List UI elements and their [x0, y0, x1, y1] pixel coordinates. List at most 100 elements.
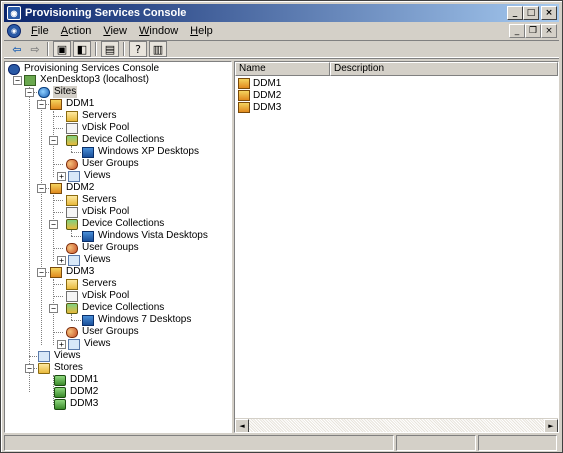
tree-servers[interactable]: Servers [66, 278, 117, 290]
views-icon [38, 350, 50, 362]
close-button[interactable]: × [541, 6, 557, 20]
tree-line [53, 296, 63, 297]
menu-help[interactable]: Help [184, 25, 219, 37]
tree-sites[interactable]: Sites [38, 86, 78, 98]
tree-line [53, 116, 63, 117]
tree-store-ddm2[interactable]: DDM2 [54, 386, 99, 398]
tree-device-collections[interactable]: Device Collections [66, 218, 165, 230]
tree-store-ddm1[interactable]: DDM1 [54, 374, 99, 386]
tree-views[interactable]: Views [68, 170, 112, 182]
tree-servers[interactable]: Servers [66, 194, 117, 206]
user-groups-icon [66, 158, 78, 170]
tree-line [53, 200, 63, 201]
export-list-icon[interactable]: ▤ [101, 41, 119, 57]
scroll-left-button[interactable]: ◄ [235, 419, 249, 432]
tree-collapse-toggle[interactable]: − [25, 88, 34, 97]
tree-collapse-toggle[interactable]: − [37, 100, 46, 109]
tree-pane[interactable]: Provisioning Services Console − XenDeskt… [4, 61, 232, 433]
back-arrow-icon[interactable]: ⇦ [8, 41, 26, 57]
tree-vdisk-pool[interactable]: vDisk Pool [66, 122, 130, 134]
desktop-collection-icon [82, 230, 94, 242]
tree-collection-vista[interactable]: Windows Vista Desktops [82, 230, 209, 242]
tree-servers[interactable]: Servers [66, 110, 117, 122]
tree-store-ddm3[interactable]: DDM3 [54, 398, 99, 410]
site-icon [50, 182, 62, 194]
title-bar[interactable]: ◉ Provisioning Services Console _ □ × [4, 4, 559, 22]
tree-views[interactable]: Views [68, 338, 112, 350]
column-header-description[interactable]: Description [330, 62, 558, 76]
views-icon [68, 170, 80, 182]
store-icon [54, 386, 66, 398]
tree-line [53, 332, 63, 333]
tree-collapse-toggle[interactable]: − [49, 220, 58, 229]
site-icon [238, 77, 250, 89]
tree-collapse-toggle[interactable]: − [37, 268, 46, 277]
tree-user-groups[interactable]: User Groups [66, 326, 140, 338]
menu-bar: ◉ File Action View Window Help _ ❐ × [4, 23, 559, 39]
up-folder-icon[interactable]: ▣ [53, 41, 71, 57]
console-menu-icon[interactable]: ◉ [7, 24, 21, 38]
tree-device-collections[interactable]: Device Collections [66, 302, 165, 314]
tree-collapse-toggle[interactable]: − [25, 364, 34, 373]
menu-file[interactable]: File [25, 25, 55, 37]
tree-collapse-toggle[interactable]: − [49, 304, 58, 313]
toolbar-separator [47, 42, 49, 56]
tree-collapse-toggle[interactable]: − [13, 76, 22, 85]
tree-collection-win7[interactable]: Windows 7 Desktops [82, 314, 192, 326]
servers-icon [66, 110, 78, 122]
tree-site-ddm1[interactable]: DDM1 [50, 98, 95, 110]
menu-action[interactable]: Action [55, 25, 98, 37]
tree-line [71, 152, 81, 153]
menu-view[interactable]: View [97, 25, 133, 37]
horizontal-scrollbar[interactable]: ◄ ► [235, 418, 558, 432]
list-item[interactable]: DDM1 [238, 77, 281, 89]
child-minimize-button[interactable]: _ [509, 24, 525, 38]
tree-expand-toggle[interactable]: + [57, 256, 66, 265]
properties-icon[interactable]: ▥ [149, 41, 167, 57]
list-item[interactable]: DDM2 [238, 89, 281, 101]
minimize-button[interactable]: _ [507, 6, 523, 20]
forward-arrow-icon[interactable]: ⇨ [26, 41, 44, 57]
tree-line [53, 248, 63, 249]
tree-device-collections[interactable]: Device Collections [66, 134, 165, 146]
main-window: ◉ Provisioning Services Console _ □ × ◉ … [0, 0, 563, 453]
tree-expand-toggle[interactable]: + [57, 340, 66, 349]
tree-user-groups[interactable]: User Groups [66, 242, 140, 254]
tree-views[interactable]: Views [68, 254, 112, 266]
store-icon [54, 374, 66, 386]
tree-collection-winxp[interactable]: Windows XP Desktops [82, 146, 200, 158]
user-groups-icon [66, 326, 78, 338]
tree-expand-toggle[interactable]: + [57, 172, 66, 181]
status-bar [4, 435, 559, 451]
child-close-button[interactable]: × [541, 24, 557, 38]
child-restore-button[interactable]: ❐ [525, 24, 541, 38]
tree-user-groups[interactable]: User Groups [66, 158, 140, 170]
column-header-name[interactable]: Name [235, 62, 330, 76]
maximize-button[interactable]: □ [523, 6, 539, 20]
status-panel [478, 435, 557, 451]
tree-farm-views[interactable]: Views [38, 350, 82, 362]
tree-stores[interactable]: Stores [38, 362, 84, 374]
tree-vdisk-pool[interactable]: vDisk Pool [66, 290, 130, 302]
tree-collapse-toggle[interactable]: − [49, 136, 58, 145]
show-hide-tree-icon[interactable]: ◧ [73, 41, 91, 57]
toolbar: ⇦ ⇨ ▣ ◧ ▤ ? ▥ [4, 40, 559, 58]
tree-line [53, 164, 63, 165]
list-pane[interactable]: Name Description DDM1 DDM2 DDM3 ◄ ► [234, 61, 559, 433]
tree-vdisk-pool[interactable]: vDisk Pool [66, 206, 130, 218]
tree-line [29, 87, 30, 392]
site-icon [50, 266, 62, 278]
list-item[interactable]: DDM3 [238, 101, 281, 113]
tree-site-ddm2[interactable]: DDM2 [50, 182, 95, 194]
tree-farm[interactable]: XenDesktop3 (localhost) [24, 74, 150, 86]
tree-collapse-toggle[interactable]: − [37, 184, 46, 193]
menu-window[interactable]: Window [133, 25, 184, 37]
store-icon [54, 398, 66, 410]
scroll-right-button[interactable]: ► [544, 419, 558, 432]
scroll-track[interactable] [249, 419, 544, 432]
help-icon[interactable]: ? [129, 41, 147, 57]
status-panel [4, 435, 394, 451]
tree-site-ddm3[interactable]: DDM3 [50, 266, 95, 278]
toolbar-separator [95, 42, 97, 56]
vdisk-pool-icon [66, 290, 78, 302]
